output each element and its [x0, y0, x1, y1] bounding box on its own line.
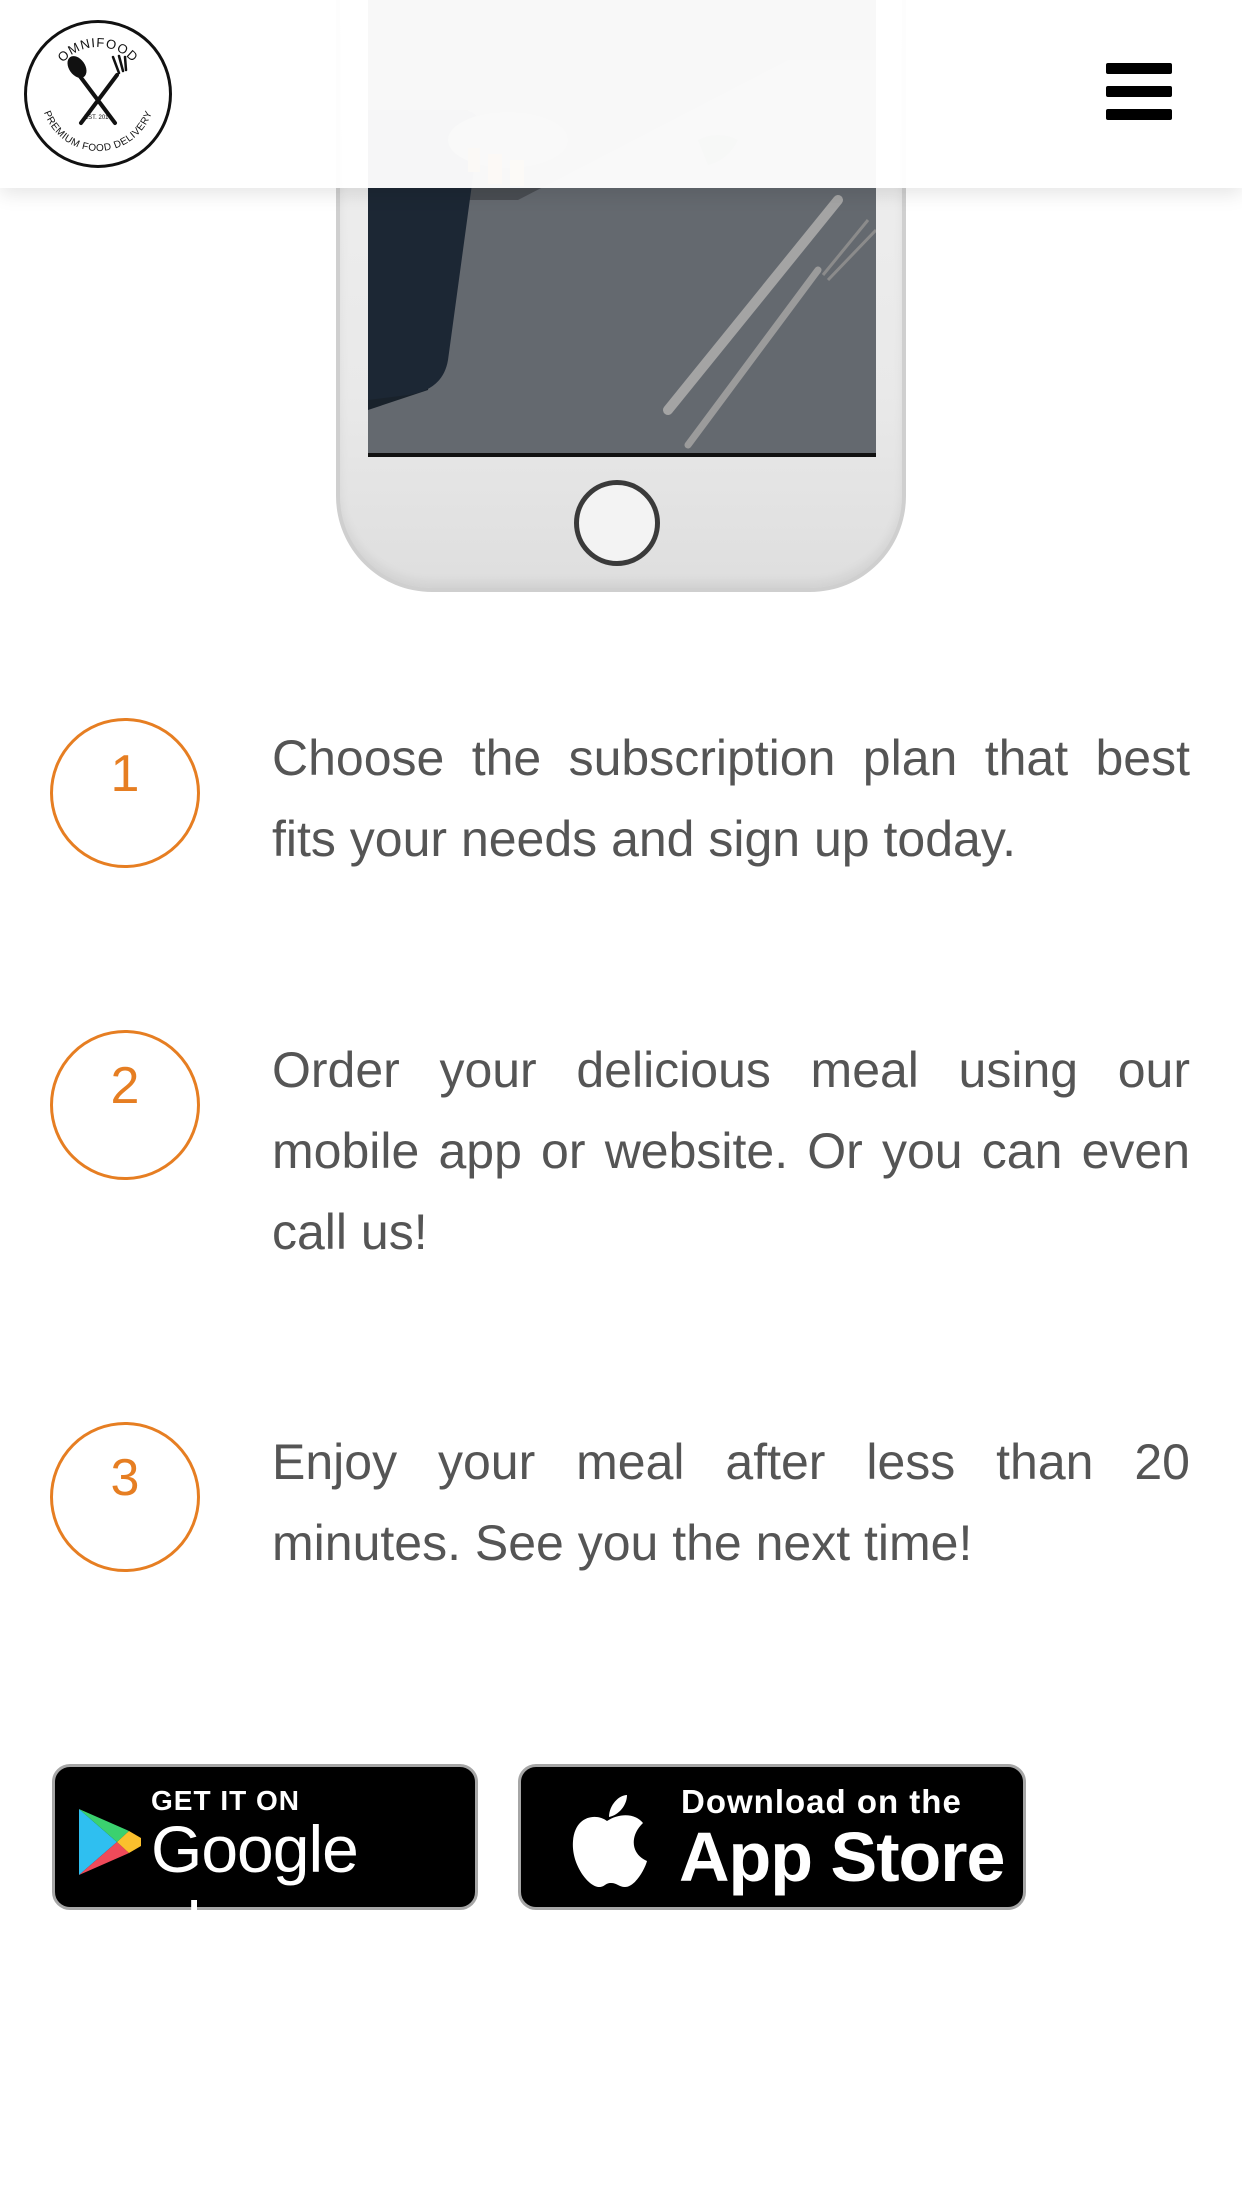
hamburger-menu-icon[interactable]: [1106, 63, 1172, 121]
logo-est-text: EST. 2014: [84, 115, 112, 121]
top-header: OMNIFOOD PREMIUM FOOD DELIVERY EST. 2014: [0, 0, 1242, 188]
menu-bar: [1106, 86, 1172, 97]
omnifood-logo[interactable]: OMNIFOOD PREMIUM FOOD DELIVERY EST. 2014: [24, 20, 172, 168]
menu-bar: [1106, 109, 1172, 120]
apple-badge-small-text: Download on the: [681, 1783, 962, 1820]
phone-home-button: [574, 480, 660, 566]
step-text: Choose the subscription plan that best f…: [272, 730, 1190, 867]
apple-badge-big-text: App Store: [679, 1818, 1005, 1896]
logo-top-text: OMNIFOOD: [55, 35, 141, 65]
step-number-circle: 1: [50, 718, 200, 868]
svg-text:OMNIFOOD: OMNIFOOD: [55, 35, 142, 65]
step-number-circle: 3: [50, 1422, 200, 1572]
step-text: Order your delicious meal using our mobi…: [272, 1042, 1190, 1260]
app-store-badge[interactable]: Download on the App Store: [518, 1764, 1026, 1910]
step-text: Enjoy your meal after less than 20 minut…: [272, 1434, 1190, 1571]
step-number-circle: 2: [50, 1030, 200, 1180]
fork-knife-icon: OMNIFOOD PREMIUM FOOD DELIVERY EST. 2014: [41, 35, 154, 154]
google-play-icon: [79, 1809, 141, 1875]
google-badge-big-text: Google play: [151, 1812, 359, 1962]
menu-bar: [1106, 63, 1172, 74]
google-play-badge[interactable]: GET IT ON Google play: [52, 1764, 478, 1962]
apple-icon: [572, 1795, 647, 1887]
